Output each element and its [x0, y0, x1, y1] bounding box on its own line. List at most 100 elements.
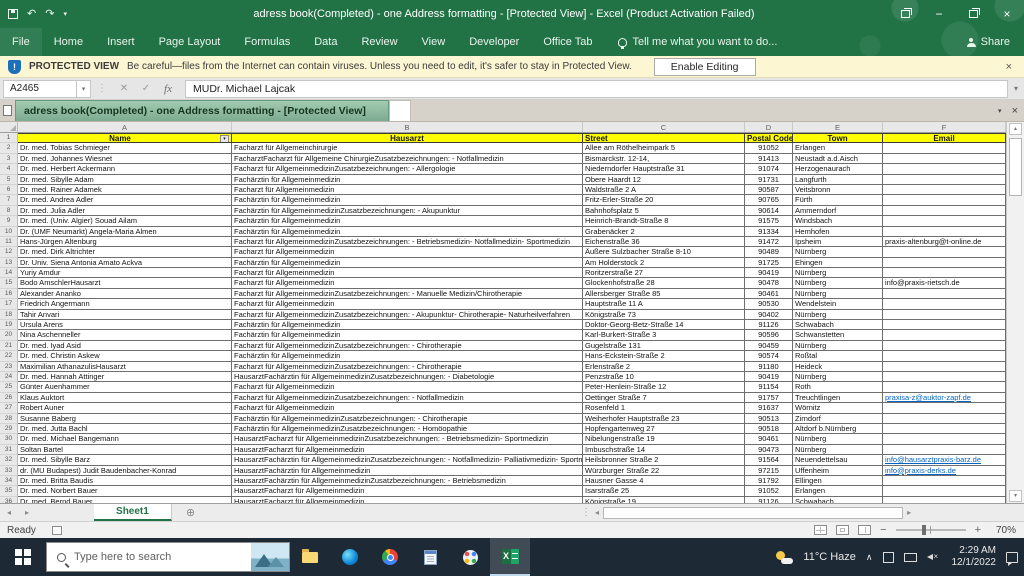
cell[interactable]: 90478 — [745, 278, 793, 288]
cell[interactable]: Heideck — [793, 362, 883, 372]
row-number[interactable]: 12 — [0, 247, 18, 257]
taskbar-file-explorer-icon[interactable] — [290, 538, 330, 576]
cell[interactable]: 90419 — [745, 372, 793, 382]
normal-view-icon[interactable] — [814, 525, 827, 535]
cell[interactable]: Äußere Sulzbacher Straße 8-10 — [583, 247, 745, 257]
row-number[interactable]: 6 — [0, 185, 18, 195]
row-number[interactable]: 20 — [0, 330, 18, 340]
cell[interactable]: Oettinger Straße 7 — [583, 393, 745, 403]
cell[interactable]: Facharzt für Allgemeinmedizin — [232, 299, 583, 309]
ribbon-tab-formulas[interactable]: Formulas — [232, 28, 302, 56]
taskbar-search-box[interactable]: Type here to search — [46, 542, 290, 572]
new-tab-stub[interactable] — [389, 100, 411, 121]
row-number[interactable]: 11 — [0, 237, 18, 247]
row-number[interactable]: 19 — [0, 320, 18, 330]
cell[interactable]: Facharzt für AllgemeinmedizinZusatzbezei… — [232, 362, 583, 372]
page-break-view-icon[interactable] — [858, 525, 871, 535]
cell[interactable]: 91564 — [745, 455, 793, 465]
taskbar-chrome-icon[interactable] — [370, 538, 410, 576]
cell[interactable]: Hemhofen — [793, 227, 883, 237]
row-number[interactable]: 10 — [0, 227, 18, 237]
cell[interactable]: info@hausarztpraxis-barz.de — [883, 455, 1006, 465]
cell[interactable]: Nürnberg — [793, 434, 883, 444]
cell[interactable]: Waldstraße 2 A — [583, 185, 745, 195]
save-icon[interactable] — [8, 9, 18, 19]
cell[interactable]: Zirndorf — [793, 414, 883, 424]
cell[interactable]: Ammerndorf — [793, 206, 883, 216]
cell[interactable]: Nina Aschenneller — [18, 330, 232, 340]
cell[interactable]: Allee am Röthelheimpark 5 — [583, 143, 745, 153]
cell[interactable]: Günter Auenhammer — [18, 382, 232, 392]
cell[interactable] — [883, 299, 1006, 309]
add-sheet-icon[interactable]: ⊕ — [172, 506, 209, 519]
cell[interactable]: Dr. med. Tobias Schmieger — [18, 143, 232, 153]
cell[interactable]: Dr. med. Iyad Asid — [18, 341, 232, 351]
zoom-slider[interactable] — [896, 529, 966, 531]
enter-check-icon[interactable]: ✓ — [135, 83, 157, 94]
cell[interactable]: Bahnhofsplatz 5 — [583, 206, 745, 216]
cell[interactable]: Erlangen — [793, 486, 883, 496]
taskbar-excel-icon[interactable]: X — [490, 538, 530, 576]
zoom-out-icon[interactable]: − — [880, 524, 886, 536]
cell[interactable]: FacharztFacharzt für Allgemeine Chirurgi… — [232, 154, 583, 164]
cell[interactable]: Dr. med. Rainer Adamek — [18, 185, 232, 195]
cell[interactable]: Treuchtlingen — [793, 393, 883, 403]
restore-button[interactable] — [956, 0, 990, 28]
row-number[interactable]: 5 — [0, 175, 18, 185]
cell[interactable]: HausarztFachärztin für Allgemeinmedizin — [232, 466, 583, 476]
ribbon-tab-review[interactable]: Review — [349, 28, 409, 56]
ribbon-tab-file[interactable]: File — [0, 28, 42, 56]
cell[interactable]: Bismarckstr. 12-14, — [583, 154, 745, 164]
cell[interactable] — [883, 164, 1006, 174]
header-cell-street[interactable]: Street — [583, 133, 745, 143]
scrollbar-divider[interactable]: ⋮ — [581, 507, 591, 518]
taskbar-edge-icon[interactable] — [330, 538, 370, 576]
row-number[interactable]: 4 — [0, 164, 18, 174]
insert-function-icon[interactable]: fx — [157, 83, 179, 95]
cell[interactable]: Nürnberg — [793, 268, 883, 278]
document-tab[interactable]: adress book(Completed) - one Address for… — [15, 100, 389, 121]
cell[interactable]: Rosenfeld 1 — [583, 403, 745, 413]
close-button[interactable]: × — [990, 0, 1024, 28]
cell[interactable] — [883, 216, 1006, 226]
cell[interactable] — [883, 268, 1006, 278]
row-number[interactable]: 8 — [0, 206, 18, 216]
cell[interactable]: Doktor-Georg-Betz-Straße 14 — [583, 320, 745, 330]
zoom-in-icon[interactable]: + — [975, 524, 981, 536]
cell[interactable]: Neustadt a.d.Aisch — [793, 154, 883, 164]
cell[interactable]: Facharzt für AllgemeinmedizinZusatzbezei… — [232, 310, 583, 320]
cell[interactable]: Dr. med. Christin Askew — [18, 351, 232, 361]
cell[interactable]: 97215 — [745, 466, 793, 476]
taskbar-paint-icon[interactable] — [450, 538, 490, 576]
filter-dropdown-icon[interactable]: ▾ — [220, 135, 229, 143]
cell[interactable]: Soltan Bartel — [18, 445, 232, 455]
cell[interactable]: Schwabach — [793, 320, 883, 330]
cell[interactable]: Hans-Jürgen Altenburg — [18, 237, 232, 247]
cell[interactable]: Facharzt für AllgemeinmedizinZusatzbezei… — [232, 237, 583, 247]
cell[interactable]: 91074 — [745, 164, 793, 174]
macro-record-icon[interactable] — [52, 526, 62, 535]
cell[interactable]: Facharzt für Allgemeinmedizin — [232, 268, 583, 278]
zoom-slider-thumb[interactable] — [922, 525, 926, 535]
cell[interactable]: HausarztFachärztin für AllgemeinmedizinZ… — [232, 476, 583, 486]
row-number[interactable]: 29 — [0, 424, 18, 434]
cell[interactable]: Fachärztin für Allgemeinmedizin — [232, 195, 583, 205]
cell[interactable]: Facharzt für Allgemeinmedizin — [232, 185, 583, 195]
cell[interactable]: Yuriy Amdur — [18, 268, 232, 278]
cell[interactable] — [883, 247, 1006, 257]
cell[interactable]: Fachärztin für Allgemeinmedizin — [232, 175, 583, 185]
cell[interactable]: Peter-Henlein-Straße 12 — [583, 382, 745, 392]
cell[interactable]: Fachärztin für AllgemeinmedizinZusatzbez… — [232, 424, 583, 434]
cell[interactable]: Hans-Eckstein-Straße 2 — [583, 351, 745, 361]
row-number[interactable]: 21 — [0, 341, 18, 351]
cell[interactable] — [883, 434, 1006, 444]
cell[interactable]: HausarztFachärztin für AllgemeinmedizinZ… — [232, 455, 583, 465]
cell[interactable] — [883, 486, 1006, 496]
protected-view-close-icon[interactable]: × — [1006, 61, 1016, 73]
row-number[interactable]: 28 — [0, 414, 18, 424]
cell[interactable]: 90459 — [745, 341, 793, 351]
cell[interactable]: Fachärztin für Allgemeinmedizin — [232, 258, 583, 268]
cell[interactable]: Nürnberg — [793, 341, 883, 351]
cell[interactable]: 91413 — [745, 154, 793, 164]
cell[interactable]: Nürnberg — [793, 289, 883, 299]
